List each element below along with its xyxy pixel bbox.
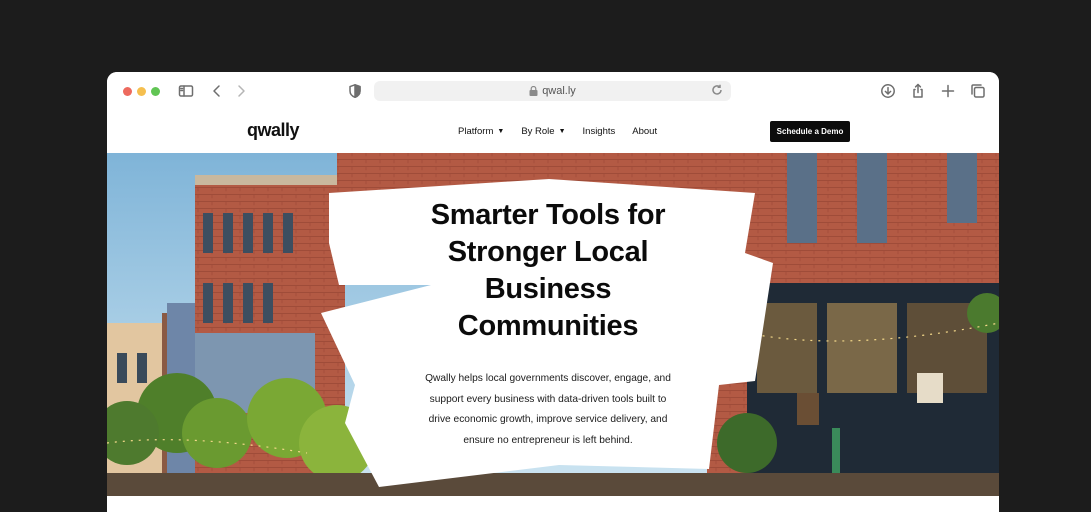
- close-window-button[interactable]: [123, 87, 132, 96]
- browser-toolbar: qwal.ly: [107, 72, 999, 111]
- sidebar-icon[interactable]: [177, 82, 195, 100]
- share-icon[interactable]: [909, 82, 927, 100]
- hero-description-line: support every business with data-driven …: [429, 393, 667, 405]
- nav-insights[interactable]: Insights: [583, 126, 616, 137]
- address-bar[interactable]: qwal.ly: [374, 81, 731, 101]
- back-icon[interactable]: [208, 82, 226, 100]
- chevron-down-icon: ▼: [558, 128, 566, 135]
- nav-by-role[interactable]: By Role ▼: [521, 126, 565, 137]
- hero-section: Smarter Tools for Stronger Local Busines…: [107, 153, 999, 496]
- main-nav: Platform ▼ By Role ▼ Insights About: [458, 126, 674, 137]
- site-header: qwally Platform ▼ By Role ▼ Insights Abo…: [107, 110, 999, 153]
- chevron-down-icon: ▼: [497, 128, 505, 135]
- schedule-demo-button[interactable]: Schedule a Demo: [770, 121, 850, 142]
- hero-headline-line: Smarter Tools for: [430, 199, 666, 231]
- nav-platform[interactable]: Platform ▼: [458, 126, 504, 137]
- hero-headline-line: Communities: [457, 310, 639, 342]
- nav-platform-label: Platform: [458, 126, 494, 137]
- new-tab-icon[interactable]: [939, 82, 957, 100]
- lock-icon: [529, 85, 538, 96]
- shield-icon[interactable]: [346, 82, 364, 100]
- qwally-logo[interactable]: qwally: [247, 120, 300, 141]
- hero-headline-line: Business: [484, 273, 612, 305]
- hero-headline: Smarter Tools for Stronger Local Busines…: [348, 197, 748, 345]
- reload-icon[interactable]: [711, 84, 725, 98]
- forward-icon[interactable]: [232, 82, 250, 100]
- nav-by-role-label: By Role: [521, 126, 555, 137]
- hero-description-line: Qwally helps local governments discover,…: [425, 373, 671, 384]
- address-url: qwal.ly: [542, 85, 576, 97]
- hero-description: Qwally helps local governments discover,…: [403, 369, 693, 451]
- hero-description-line: ensure no entrepreneur is left behind.: [463, 434, 633, 446]
- hero-description-line: drive economic growth, improve service d…: [428, 414, 668, 425]
- browser-window: qwal.ly qwally Platform ▼ By Role ▼ Insi…: [107, 72, 999, 512]
- nav-about[interactable]: About: [632, 126, 657, 137]
- download-icon[interactable]: [879, 82, 897, 100]
- page-content-start: [107, 496, 999, 512]
- minimize-window-button[interactable]: [137, 87, 146, 96]
- tabs-overview-icon[interactable]: [969, 82, 987, 100]
- hero-headline-line: Stronger Local: [447, 236, 649, 268]
- zoom-window-button[interactable]: [151, 87, 160, 96]
